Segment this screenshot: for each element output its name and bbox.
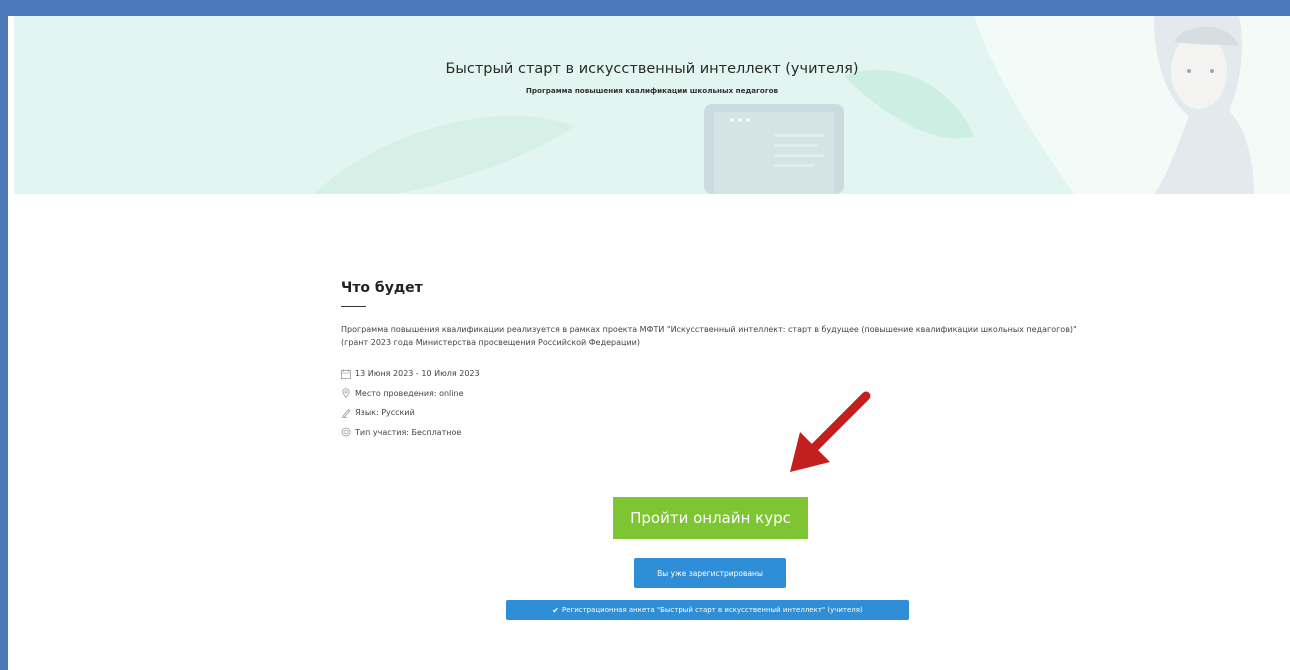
red-arrow-annotation xyxy=(790,391,871,472)
calendar-icon xyxy=(341,369,351,379)
course-banner: Быстрый старт в искусственный интеллект … xyxy=(14,16,1290,194)
registration-form-label: Регистрационная анкета "Быстрый старт в … xyxy=(561,606,863,614)
title-underline xyxy=(341,306,366,307)
banner-subtitle: Программа повышения квалификации школьны… xyxy=(525,86,779,95)
section-title: Что будет xyxy=(341,280,423,296)
meta-language-text: Язык: Русский xyxy=(355,408,415,418)
banner-title: Быстрый старт в искусственный интеллект … xyxy=(445,61,859,77)
registration-form-button[interactable]: ✔ Регистрационная анкета "Быстрый старт … xyxy=(506,600,909,620)
window-frame-left xyxy=(0,0,8,670)
pen-icon xyxy=(341,408,351,418)
meta-participation: Тип участия: Бесплатное xyxy=(341,423,1101,443)
take-online-course-button[interactable]: Пройти онлайн курс xyxy=(613,497,808,539)
course-info: Что будет Программа повышения квалификац… xyxy=(341,280,1101,442)
meta-language: Язык: Русский xyxy=(341,403,1101,423)
badge-icon xyxy=(341,427,351,437)
meta-location-text: Место проведения: online xyxy=(355,388,464,398)
window-frame-top xyxy=(0,0,1290,16)
meta-dates: 13 Июня 2023 - 10 Июля 2023 xyxy=(341,364,1101,384)
meta-participation-text: Тип участия: Бесплатное xyxy=(355,427,462,437)
meta-dates-text: 13 Июня 2023 - 10 Июля 2023 xyxy=(355,369,480,379)
meta-location: Место проведения: online xyxy=(341,384,1101,404)
checkmark-icon: ✔ xyxy=(552,605,559,615)
course-meta: 13 Июня 2023 - 10 Июля 2023 Место провед… xyxy=(341,364,1101,442)
banner-illustration xyxy=(314,16,1290,194)
already-registered-button[interactable]: Вы уже зарегистрированы xyxy=(634,558,786,588)
location-pin-icon xyxy=(342,388,350,399)
course-description: Программа повышения квалификации реализу… xyxy=(341,325,1077,347)
